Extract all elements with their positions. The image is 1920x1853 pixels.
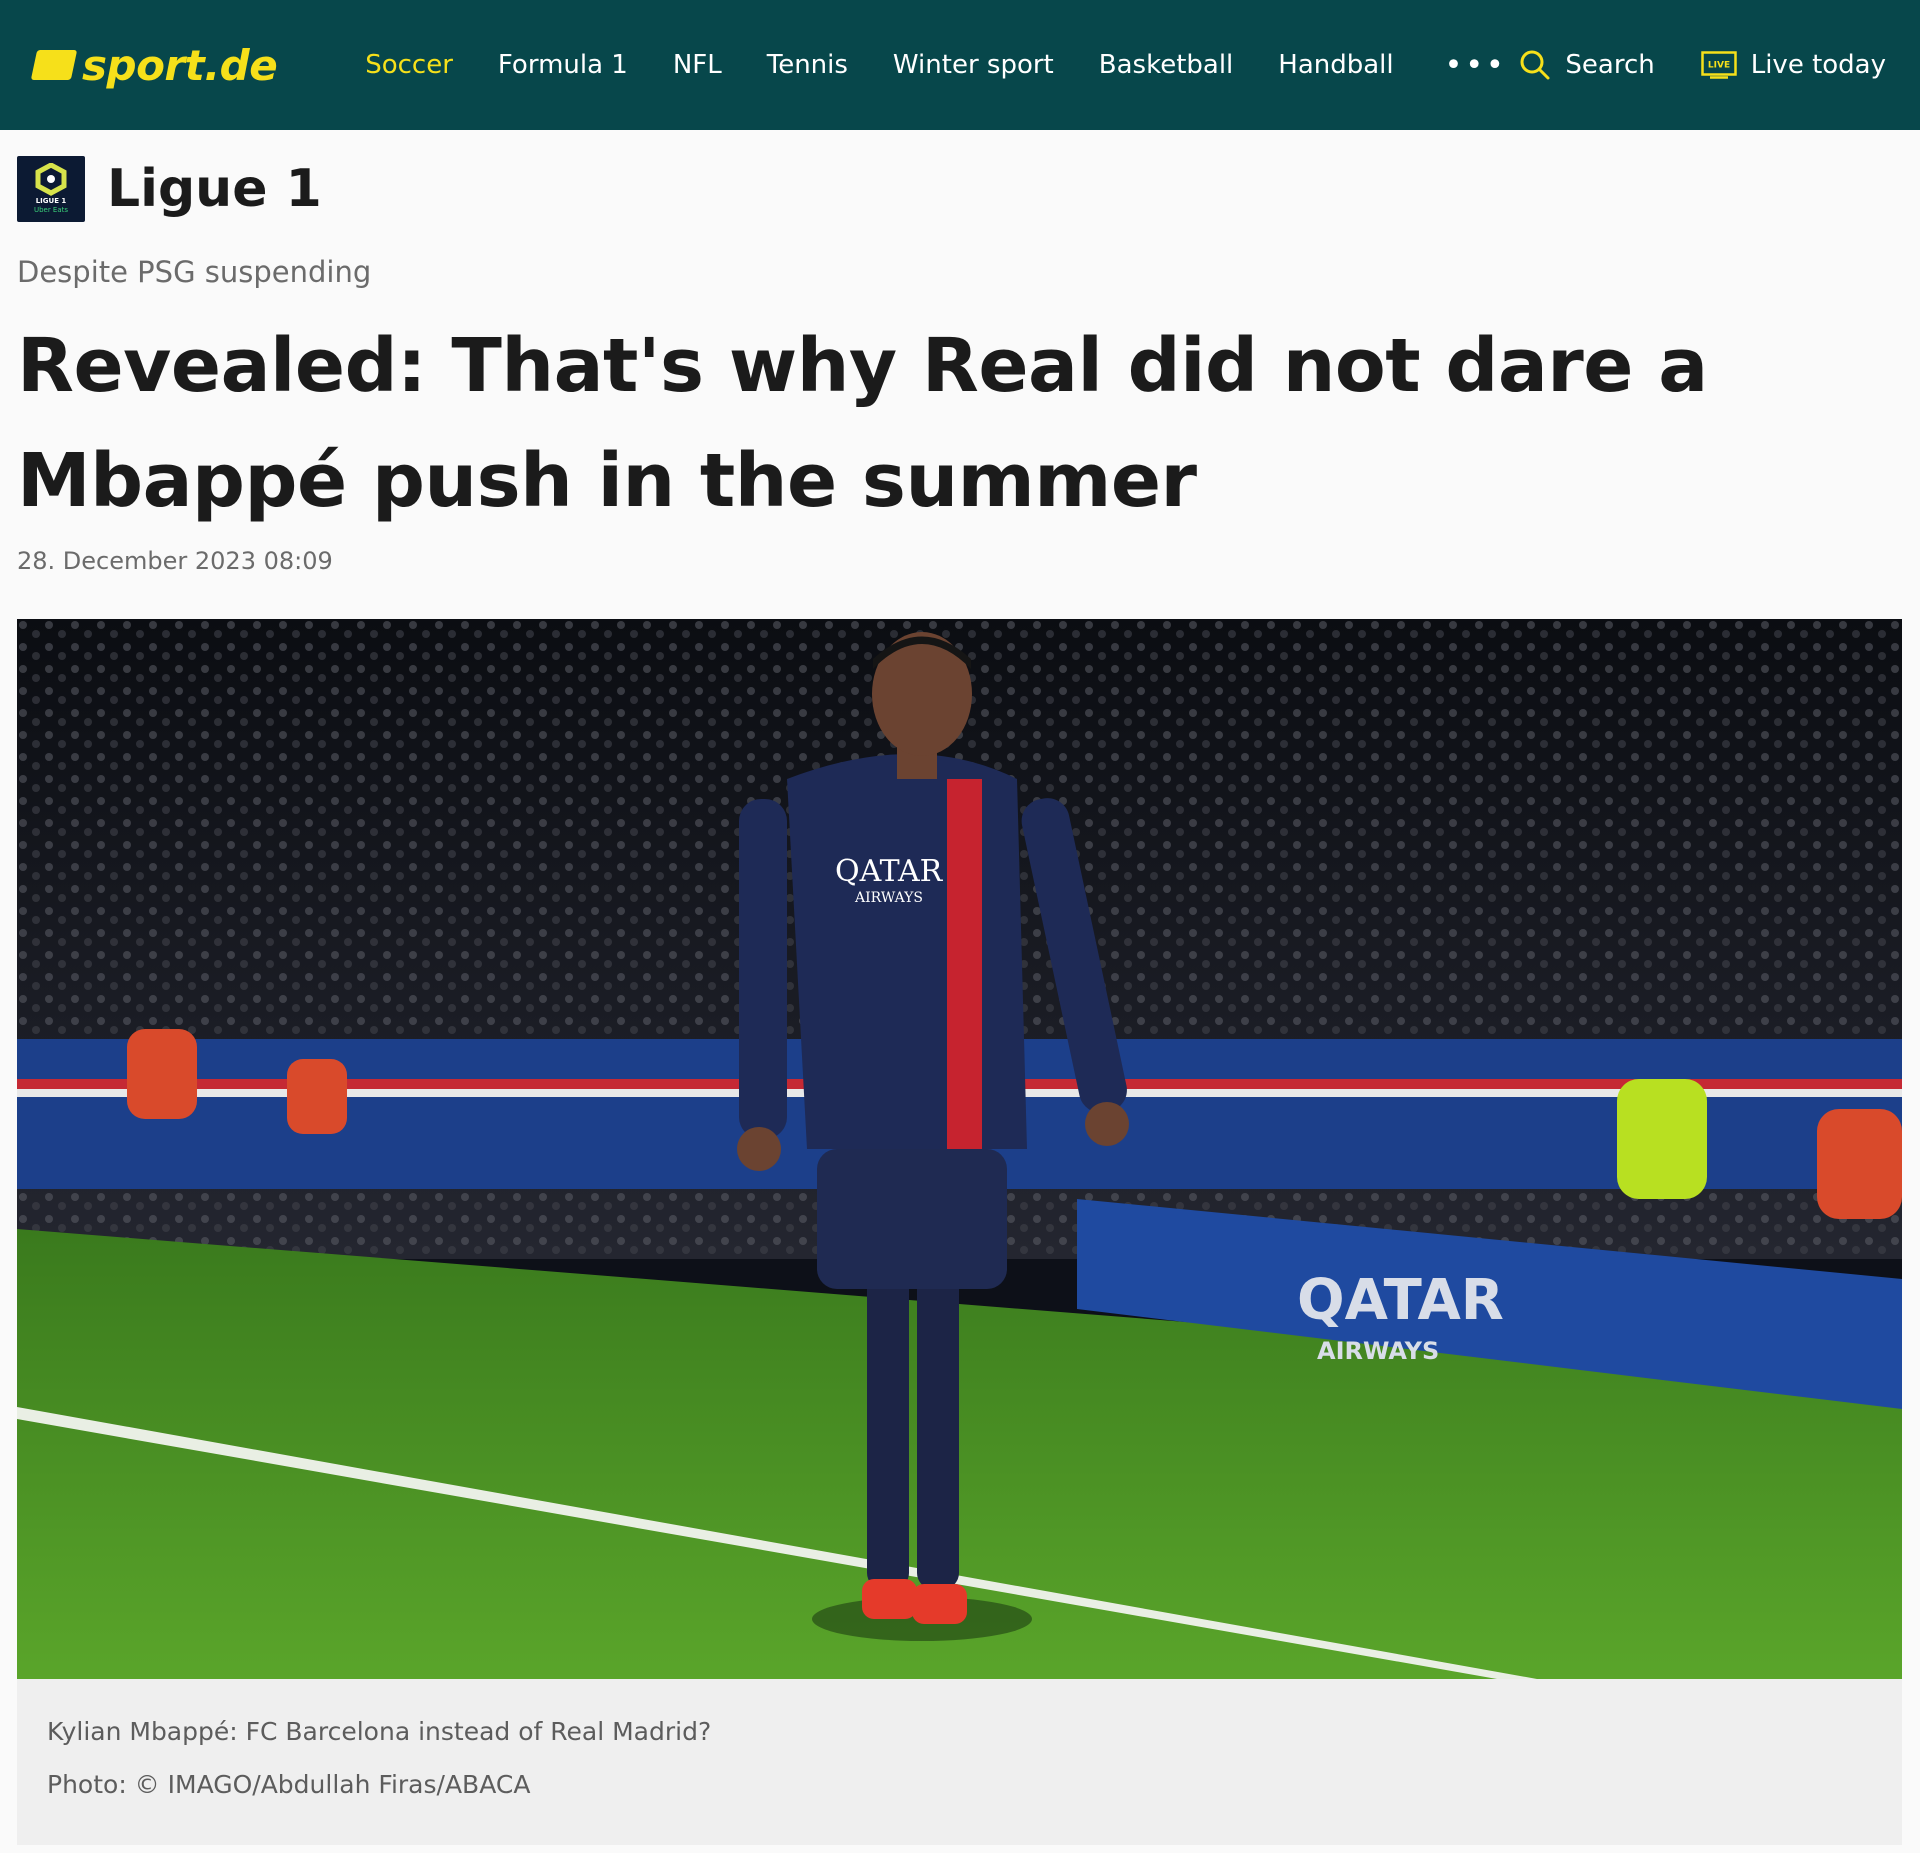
- article-figure: QATAR AIRWAYS QATAR AIRWAYS Kylian Mbapp…: [17, 619, 1902, 1845]
- player-photo-illustration: QATAR AIRWAYS QATAR AIRWAYS: [17, 619, 1902, 1679]
- logo-text: sport.de: [82, 40, 278, 90]
- logo-mark-icon: [30, 50, 78, 80]
- ligue-1-logo[interactable]: LIGUE 1 Uber Eats: [17, 156, 85, 222]
- article: LIGUE 1 Uber Eats Ligue 1 Despite PSG su…: [0, 156, 1920, 1845]
- live-badge-text: LIVE: [1708, 61, 1730, 71]
- live-today-label: Live today: [1750, 50, 1886, 80]
- more-menu-icon[interactable]: •••: [1445, 48, 1507, 83]
- search-label: Search: [1565, 50, 1655, 80]
- league-name[interactable]: Ligue 1: [107, 159, 322, 219]
- photo-caption-box: Kylian Mbappé: FC Barcelona instead of R…: [17, 1679, 1902, 1845]
- top-navigation: sport.de Soccer Formula 1 NFL Tennis Win…: [0, 0, 1920, 130]
- article-date: 28. December 2023 08:09: [17, 547, 333, 575]
- board-text-2: AIRWAYS: [1317, 1337, 1439, 1365]
- live-tv-icon: LIVE: [1700, 51, 1737, 79]
- nav-item-soccer[interactable]: Soccer: [365, 50, 453, 80]
- ligue-1-emblem-icon: [35, 163, 67, 196]
- article-photo[interactable]: QATAR AIRWAYS QATAR AIRWAYS: [17, 619, 1902, 1679]
- nav-item-winter-sport[interactable]: Winter sport: [893, 50, 1054, 80]
- search-icon: [1519, 49, 1551, 81]
- article-headline: Revealed: That's why Real did not dare a…: [17, 323, 1708, 524]
- main-nav: Soccer Formula 1 NFL Tennis Winter sport…: [365, 48, 1507, 83]
- live-today-button[interactable]: LIVE Live today: [1700, 50, 1886, 80]
- ligue-1-logo-line2: Uber Eats: [33, 206, 69, 214]
- photo-credit: Photo: © IMAGO/Abdullah Firas/ABACA: [47, 1770, 531, 1799]
- site-logo[interactable]: sport.de: [30, 40, 278, 90]
- nav-item-basketball[interactable]: Basketball: [1099, 50, 1234, 80]
- photo-caption: Kylian Mbappé: FC Barcelona instead of R…: [47, 1717, 712, 1746]
- article-kicker: Despite PSG suspending: [17, 255, 372, 289]
- search-button[interactable]: Search: [1519, 49, 1655, 81]
- ligue-1-logo-line1: LIGUE 1: [35, 197, 67, 205]
- league-header: LIGUE 1 Uber Eats Ligue 1: [17, 156, 1903, 222]
- nav-item-handball[interactable]: Handball: [1278, 50, 1393, 80]
- nav-item-nfl[interactable]: NFL: [673, 50, 722, 80]
- nav-item-tennis[interactable]: Tennis: [767, 50, 848, 80]
- shirt-sponsor-1: QATAR: [835, 854, 944, 889]
- nav-item-formula-1[interactable]: Formula 1: [498, 50, 628, 80]
- shirt-sponsor-2: AIRWAYS: [854, 890, 923, 906]
- board-text-1: QATAR: [1297, 1268, 1504, 1333]
- nav-actions: Search LIVE Live today: [1519, 49, 1886, 81]
